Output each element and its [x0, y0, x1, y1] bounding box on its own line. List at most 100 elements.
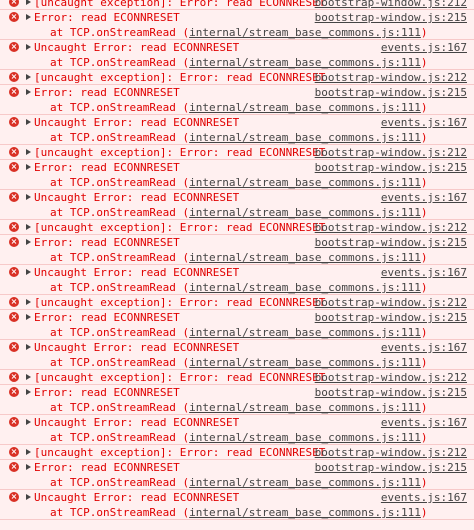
stack-trace-line: at TCP.onStreamRead (internal/stream_bas…: [50, 250, 428, 265]
console-message-uncaught-error[interactable]: × Uncaught Error: read ECONNRESET events.j…: [0, 265, 474, 295]
stack-frame-link[interactable]: internal/stream_base_commons.js:111: [189, 101, 421, 114]
stack-frame-link[interactable]: internal/stream_base_commons.js:111: [189, 401, 421, 414]
source-link[interactable]: bootstrap-window.js:215: [315, 235, 467, 250]
source-link[interactable]: bootstrap-window.js:212: [315, 70, 467, 85]
expand-triangle-icon[interactable]: [26, 44, 31, 50]
source-link[interactable]: bootstrap-window.js:215: [315, 10, 467, 25]
error-icon: ×: [9, 312, 19, 322]
source-link[interactable]: bootstrap-window.js:212: [315, 220, 467, 235]
message-text: [uncaught exception]: Error: read ECONNR…: [34, 146, 326, 159]
stack-frame-function: at TCP.onStreamRead: [50, 281, 176, 294]
expand-triangle-icon[interactable]: [26, 224, 31, 230]
source-link[interactable]: bootstrap-window.js:212: [315, 0, 467, 10]
message-text: Uncaught Error: read ECONNRESET: [34, 341, 240, 354]
source-link[interactable]: events.js:167: [381, 265, 467, 280]
source-link[interactable]: bootstrap-window.js:215: [315, 385, 467, 400]
paren-close: ): [420, 131, 428, 144]
source-link[interactable]: bootstrap-window.js:215: [315, 310, 467, 325]
expand-triangle-icon[interactable]: [26, 14, 31, 20]
message-text: [uncaught exception]: Error: read ECONNR…: [34, 446, 326, 459]
stack-frame-link[interactable]: internal/stream_base_commons.js:111: [189, 26, 421, 39]
message-text: Uncaught Error: read ECONNRESET: [34, 491, 240, 504]
console-message-uncaught[interactable]: × [uncaught exception]: Error: read ECONN…: [0, 145, 474, 160]
expand-triangle-icon[interactable]: [26, 314, 31, 320]
paren-close: ): [420, 476, 428, 489]
expand-triangle-icon[interactable]: [26, 89, 31, 95]
console-message-uncaught[interactable]: × [uncaught exception]: Error: read ECONN…: [0, 0, 474, 10]
paren-open: (: [175, 206, 190, 219]
stack-frame-link[interactable]: internal/stream_base_commons.js:111: [189, 206, 421, 219]
stack-trace-line: at TCP.onStreamRead (internal/stream_bas…: [50, 55, 428, 70]
console-message-error[interactable]: × Error: read ECONNRESET bootstrap-window.…: [0, 385, 474, 415]
console-message-uncaught[interactable]: × [uncaught exception]: Error: read ECONN…: [0, 70, 474, 85]
paren-open: (: [175, 101, 190, 114]
console-message-error[interactable]: × Error: read ECONNRESET bootstrap-window.…: [0, 160, 474, 190]
console-message-uncaught-error[interactable]: × Uncaught Error: read ECONNRESET events.j…: [0, 190, 474, 220]
stack-frame-link[interactable]: internal/stream_base_commons.js:111: [189, 431, 421, 444]
stack-frame-function: at TCP.onStreamRead: [50, 206, 176, 219]
expand-triangle-icon[interactable]: [26, 449, 31, 455]
stack-frame-function: at TCP.onStreamRead: [50, 131, 176, 144]
stack-frame-link[interactable]: internal/stream_base_commons.js:111: [189, 326, 421, 339]
source-link[interactable]: bootstrap-window.js:212: [315, 295, 467, 310]
source-link[interactable]: bootstrap-window.js:212: [315, 370, 467, 385]
console-message-uncaught[interactable]: × [uncaught exception]: Error: read ECONN…: [0, 370, 474, 385]
expand-triangle-icon[interactable]: [26, 419, 31, 425]
source-link[interactable]: bootstrap-window.js:215: [315, 160, 467, 175]
stack-frame-function: at TCP.onStreamRead: [50, 26, 176, 39]
expand-triangle-icon[interactable]: [26, 344, 31, 350]
stack-frame-link[interactable]: internal/stream_base_commons.js:111: [189, 176, 421, 189]
expand-triangle-icon[interactable]: [26, 74, 31, 80]
expand-triangle-icon[interactable]: [26, 299, 31, 305]
console-message-uncaught[interactable]: × [uncaught exception]: Error: read ECONN…: [0, 220, 474, 235]
console-message-uncaught-error[interactable]: × Uncaught Error: read ECONNRESET events.j…: [0, 415, 474, 445]
error-icon: ×: [9, 237, 19, 247]
source-link[interactable]: events.js:167: [381, 415, 467, 430]
console-message-error[interactable]: × Error: read ECONNRESET bootstrap-window.…: [0, 85, 474, 115]
stack-frame-link[interactable]: internal/stream_base_commons.js:111: [189, 506, 421, 519]
expand-triangle-icon[interactable]: [26, 269, 31, 275]
console-message-error[interactable]: × Error: read ECONNRESET bootstrap-window.…: [0, 235, 474, 265]
message-text: [uncaught exception]: Error: read ECONNR…: [34, 71, 326, 84]
stack-frame-function: at TCP.onStreamRead: [50, 356, 176, 369]
console-message-error[interactable]: × Error: read ECONNRESET bootstrap-window.…: [0, 460, 474, 490]
stack-trace-line: at TCP.onStreamRead (internal/stream_bas…: [50, 400, 428, 415]
error-icon: ×: [9, 147, 19, 157]
source-link[interactable]: bootstrap-window.js:212: [315, 445, 467, 460]
stack-frame-link[interactable]: internal/stream_base_commons.js:111: [189, 131, 421, 144]
stack-frame-link[interactable]: internal/stream_base_commons.js:111: [189, 356, 421, 369]
message-text: Error: read ECONNRESET: [34, 236, 180, 249]
source-link[interactable]: events.js:167: [381, 190, 467, 205]
console-message-uncaught-error[interactable]: × Uncaught Error: read ECONNRESET events.j…: [0, 115, 474, 145]
expand-triangle-icon[interactable]: [26, 194, 31, 200]
source-link[interactable]: bootstrap-window.js:215: [315, 460, 467, 475]
console-message-error[interactable]: × Error: read ECONNRESET bootstrap-window.…: [0, 310, 474, 340]
paren-close: ): [420, 206, 428, 219]
stack-frame-link[interactable]: internal/stream_base_commons.js:111: [189, 251, 421, 264]
source-link[interactable]: bootstrap-window.js:212: [315, 145, 467, 160]
expand-triangle-icon[interactable]: [26, 149, 31, 155]
expand-triangle-icon[interactable]: [26, 119, 31, 125]
expand-triangle-icon[interactable]: [26, 164, 31, 170]
console-message-uncaught[interactable]: × [uncaught exception]: Error: read ECONN…: [0, 445, 474, 460]
expand-triangle-icon[interactable]: [26, 494, 31, 500]
console-message-uncaught-error[interactable]: × Uncaught Error: read ECONNRESET events.j…: [0, 340, 474, 370]
stack-frame-link[interactable]: internal/stream_base_commons.js:111: [189, 476, 421, 489]
source-link[interactable]: events.js:167: [381, 40, 467, 55]
console-message-uncaught-error[interactable]: × Uncaught Error: read ECONNRESET events.j…: [0, 490, 474, 520]
console-message-uncaught-error[interactable]: × Uncaught Error: read ECONNRESET events.j…: [0, 40, 474, 70]
expand-triangle-icon[interactable]: [26, 374, 31, 380]
stack-frame-link[interactable]: internal/stream_base_commons.js:111: [189, 56, 421, 69]
stack-frame-function: at TCP.onStreamRead: [50, 176, 176, 189]
console-message-error[interactable]: × Error: read ECONNRESET bootstrap-window.…: [0, 10, 474, 40]
source-link[interactable]: events.js:167: [381, 490, 467, 505]
source-link[interactable]: events.js:167: [381, 115, 467, 130]
console-message-uncaught[interactable]: × [uncaught exception]: Error: read ECONN…: [0, 295, 474, 310]
expand-triangle-icon[interactable]: [26, 239, 31, 245]
stack-frame-link[interactable]: internal/stream_base_commons.js:111: [189, 281, 421, 294]
expand-triangle-icon[interactable]: [26, 464, 31, 470]
expand-triangle-icon[interactable]: [26, 389, 31, 395]
source-link[interactable]: bootstrap-window.js:215: [315, 85, 467, 100]
expand-triangle-icon[interactable]: [26, 0, 31, 5]
source-link[interactable]: events.js:167: [381, 340, 467, 355]
